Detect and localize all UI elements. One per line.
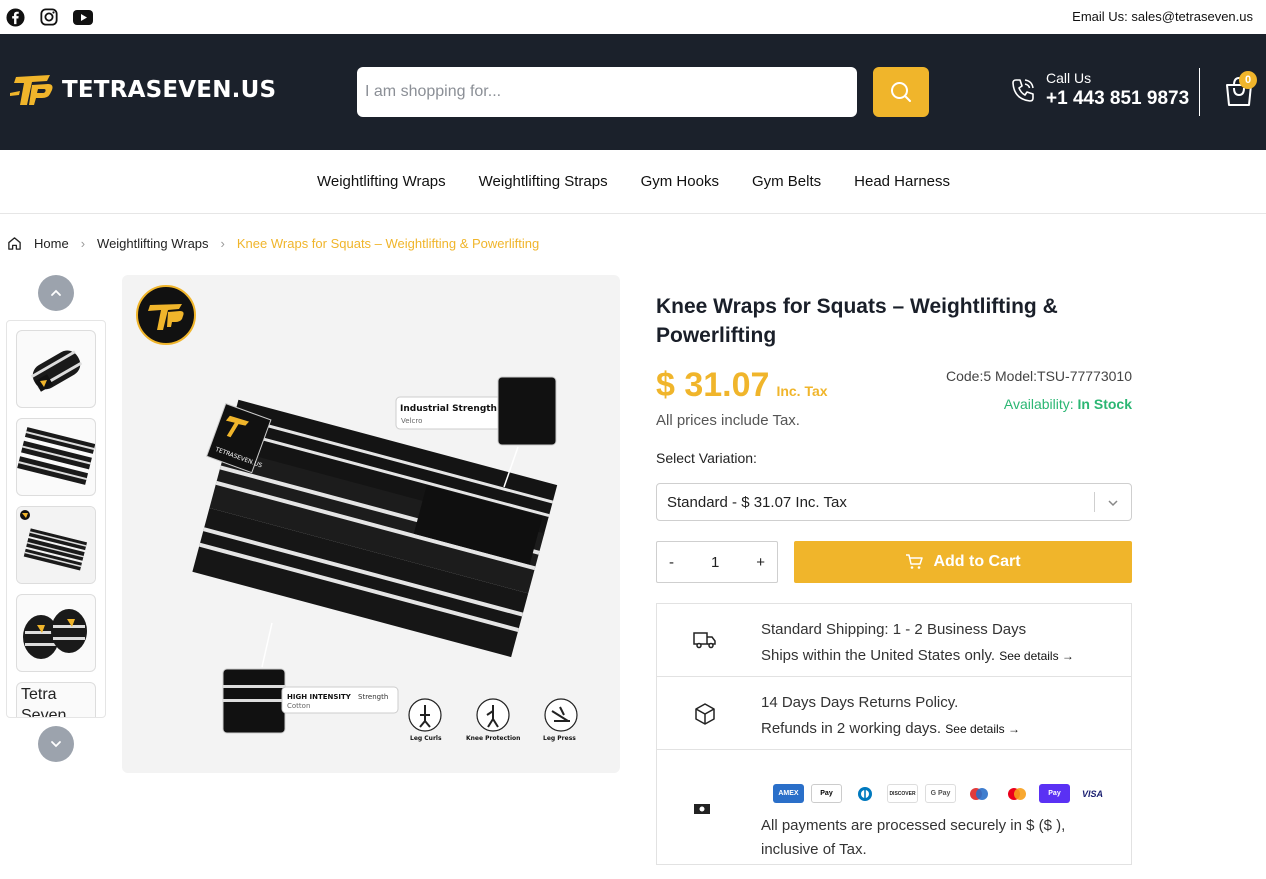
chevron-right-icon: › [220,236,225,251]
availability: Availability: In Stock [1004,396,1132,412]
phone-icon [1012,79,1034,102]
truck-icon [693,632,716,649]
discover-icon: DISCOVER [887,784,918,803]
search-icon [891,82,911,102]
shipping-line-2: Ships within the United States only. [761,647,996,664]
availability-value: In Stock [1077,396,1132,412]
logo-mark-icon [10,75,53,105]
thumbnail-2[interactable] [16,418,96,496]
thumbnail-strip: Tetra Seven [6,320,106,718]
cash-icon [694,804,710,814]
youtube-icon[interactable] [73,7,93,27]
add-to-cart-button[interactable]: Add to Cart [794,541,1132,583]
maestro-icon [963,784,994,803]
use-leg-curls: Leg Curls [410,735,442,742]
use-knee-protection: Knee Protection [466,735,520,742]
qty-value[interactable]: 1 [711,554,719,571]
chevron-down-icon [51,741,61,748]
thumbnail-1[interactable] [16,330,96,408]
availability-label: Availability: [1003,396,1074,412]
thumbs-up-button[interactable] [38,275,74,311]
shipping-line-1: Standard Shipping: 1 - 2 Business Days [761,621,1027,638]
variation-select[interactable]: Standard - $ 31.07 Inc. Tax [656,483,1132,521]
breadcrumb-current: Knee Wraps for Squats – Weightlifting & … [236,236,540,251]
call-label: Call Us [1046,70,1092,86]
use-leg-press: Leg Press [543,735,576,742]
broken-image-alt: Tetra Seven [21,686,67,718]
price-amount: $ 31.07 [656,366,770,404]
amex-icon: AMEX [773,784,804,803]
mastercard-icon [1001,784,1032,803]
home-icon[interactable] [7,236,22,251]
variation-label: Select Variation: [656,450,757,466]
nav-weightlifting-wraps[interactable]: Weightlifting Wraps [316,173,446,190]
shipping-info-box: Standard Shipping: 1 - 2 Business Days S… [656,603,1132,865]
shipping-see-details-link[interactable]: See details → [999,649,1074,663]
quantity-stepper: - 1 + [656,541,778,583]
callout-velcro-sub: Velcro [401,417,422,425]
returns-row: 14 Days Days Returns Policy. Refunds in … [657,677,1131,750]
chevron-right-icon: › [80,236,86,251]
breadcrumb-category[interactable]: Weightlifting Wraps [97,236,209,251]
chevron-down-icon [1108,500,1118,507]
thumbs-down-button[interactable] [38,726,74,762]
payment-note-2: inclusive of Tax. [761,841,867,858]
main-product-image[interactable]: TETRASEVEN.US Industrial Strength Velcro… [122,275,620,773]
call-us[interactable]: Call Us +1 443 851 9873 [1010,70,1189,110]
nav-gym-belts[interactable]: Gym Belts [751,173,821,190]
variation-selected-value: Standard - $ 31.07 Inc. Tax [667,493,847,511]
qty-decrease-button[interactable]: - [669,554,674,571]
thumbnail-5-broken[interactable]: Tetra Seven [16,682,96,718]
search-input[interactable] [357,67,857,117]
returns-see-details-link[interactable]: See details → [945,722,1020,736]
breadcrumb-home[interactable]: Home [34,236,69,251]
shop-pay-icon: Pay [1039,784,1070,803]
instagram-icon[interactable] [39,7,59,27]
main-nav: Weightlifting Wraps Weightlifting Straps… [0,150,1266,214]
callout-cotton-title: HIGH INTENSITY [287,693,352,701]
visa-icon: VISA [1077,784,1108,803]
cart-count-badge: 0 [1239,71,1257,89]
site-header: TETRASEVEN.US Call Us +1 443 851 9873 0 [0,34,1266,150]
facebook-icon[interactable] [5,7,25,27]
price-tax-label: Inc. Tax [776,383,828,399]
logo-text: TETRASEVEN.US [62,77,277,103]
nav-head-harness[interactable]: Head Harness [853,173,950,190]
chevron-up-icon [51,289,61,296]
callout-cotton-sub: Cotton [287,702,310,710]
email-contact[interactable]: Email Us: sales@tetraseven.us [1072,9,1253,24]
box-icon [695,703,715,725]
product-title: Knee Wraps for Squats – Weightlifting & … [656,295,1058,347]
top-bar: Email Us: sales@tetraseven.us [0,0,1266,34]
callout-velcro-title: Industrial Strength [400,404,497,414]
thumbnail-4[interactable] [16,594,96,672]
product-code-model: Code:5 Model:TSU-77773010 [945,368,1132,384]
phone-number[interactable]: +1 443 851 9873 [1046,88,1189,110]
select-divider [1094,492,1095,512]
price-note: All prices include Tax. [656,412,800,429]
thumbnail-3[interactable] [16,506,96,584]
nav-gym-hooks[interactable]: Gym Hooks [640,173,719,190]
add-to-cart-label: Add to Cart [933,553,1021,570]
product-price: $ 31.07 Inc. Tax [656,366,828,405]
cart-icon [906,554,924,569]
payment-methods: AMEX Pay DISCOVER G Pay Pay VISA [773,784,1108,803]
shipping-row: Standard Shipping: 1 - 2 Business Days S… [657,604,1131,677]
cart-button[interactable]: 0 [1224,71,1257,109]
qty-increase-button[interactable]: + [756,554,765,571]
breadcrumb: Home › Weightlifting Wraps › Knee Wraps … [7,236,539,251]
payment-note-1: All payments are processed securely in $… [761,817,1066,834]
header-divider [1199,68,1200,116]
callout-cotton-title2: Strength [358,693,388,701]
diners-icon [849,784,880,803]
site-logo[interactable]: TETRASEVEN.US [10,71,276,109]
nav-weightlifting-straps[interactable]: Weightlifting Straps [478,173,608,190]
google-pay-icon: G Pay [925,784,956,803]
returns-line-2: Refunds in 2 working days. [761,720,942,737]
returns-line-1: 14 Days Days Returns Policy. [761,694,959,711]
apple-pay-icon: Pay [811,784,842,803]
payment-row: AMEX Pay DISCOVER G Pay Pay VISA All pay… [657,750,1131,864]
search-button[interactable] [873,67,929,117]
